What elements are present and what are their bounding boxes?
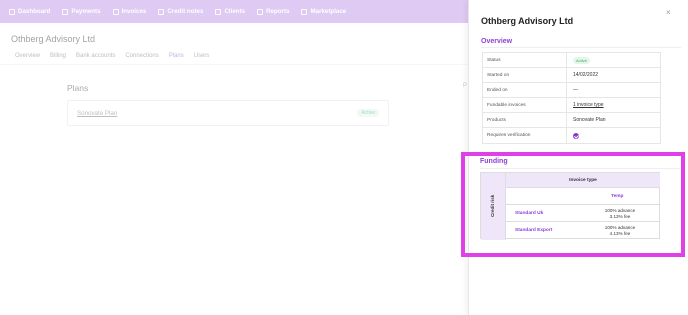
highlight-box	[461, 152, 685, 257]
table-row: Fundable invoices 1 invoice type	[483, 98, 660, 113]
overview-table: Status Active Started on 14/02/2022 Ende…	[482, 52, 661, 144]
fundable-invoices-link[interactable]: 1 invoice type	[567, 102, 604, 108]
row-value: Active	[567, 56, 590, 64]
check-circle-icon	[573, 132, 579, 139]
table-row: Started on 14/02/2022	[483, 68, 660, 83]
row-value: 14/02/2022	[573, 72, 599, 78]
table-row: Requires verification	[483, 128, 660, 143]
close-icon[interactable]: ×	[666, 8, 671, 17]
status-badge: Active	[573, 56, 590, 64]
panel-title: Othberg Advisory Ltd	[481, 16, 574, 26]
table-row: Status Active	[483, 53, 660, 68]
table-row: Products Sonovate Plan	[483, 113, 660, 128]
row-label: Products	[483, 113, 567, 127]
row-value: —	[573, 87, 578, 93]
row-value: Sonovate Plan	[573, 117, 606, 123]
overview-divider	[481, 47, 681, 48]
row-label: Requires verification	[483, 128, 567, 143]
overview-heading: Overview	[481, 38, 513, 45]
row-value	[567, 132, 579, 139]
overlay-dim[interactable]	[0, 0, 468, 315]
row-label: Status	[483, 53, 567, 67]
row-label: Started on	[483, 68, 567, 82]
row-label: Fundable invoices	[483, 98, 567, 112]
table-row: Ended on —	[483, 83, 660, 98]
row-label: Ended on	[483, 83, 567, 97]
